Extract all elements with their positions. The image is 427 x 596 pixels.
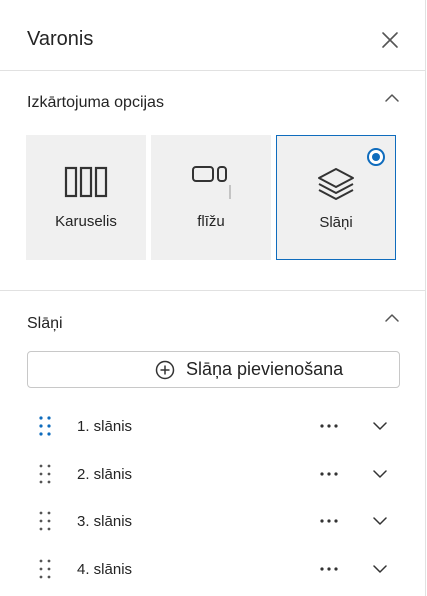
layer-label: 2. slānis bbox=[77, 466, 133, 483]
layer-row-1[interactable]: 1. slānis bbox=[0, 409, 425, 449]
chevron-up-icon bbox=[385, 94, 399, 102]
layout-option-label: flīžu bbox=[197, 213, 225, 230]
drag-handle-icon[interactable] bbox=[38, 558, 52, 580]
layout-options-heading: Izkārtojuma opcijas bbox=[27, 94, 164, 111]
carousel-icon bbox=[26, 165, 146, 201]
drag-handle-icon[interactable] bbox=[38, 463, 52, 485]
more-options-icon[interactable] bbox=[318, 558, 340, 580]
layout-option-layers[interactable]: Slāņi bbox=[276, 135, 396, 260]
layout-options-collapse-button[interactable] bbox=[382, 88, 402, 108]
more-options-icon[interactable] bbox=[318, 463, 340, 485]
layer-label: 4. slānis bbox=[77, 561, 133, 578]
panel-header: Varonis bbox=[0, 0, 425, 71]
chevron-down-icon[interactable] bbox=[370, 511, 390, 531]
layers-heading: Slāņi bbox=[27, 315, 63, 332]
add-layer-label: Slāņa pievienošana bbox=[186, 359, 344, 379]
layer-row-2[interactable]: 2. slānis bbox=[0, 457, 425, 497]
layout-option-label: Karuselis bbox=[55, 213, 117, 230]
panel-title: Varonis bbox=[27, 28, 94, 50]
layers-icon bbox=[277, 166, 395, 202]
close-icon bbox=[382, 32, 398, 48]
add-circle-icon bbox=[155, 360, 175, 380]
selected-radio bbox=[367, 148, 385, 166]
more-options-icon[interactable] bbox=[318, 510, 340, 532]
drag-handle-icon[interactable] bbox=[38, 510, 52, 532]
layer-row-3[interactable]: 3. slānis bbox=[0, 504, 425, 544]
close-button[interactable] bbox=[378, 28, 402, 52]
layer-label: 3. slānis bbox=[77, 513, 133, 530]
layout-option-carousel[interactable]: Karuselis bbox=[26, 135, 146, 260]
layers-collapse-button[interactable] bbox=[382, 308, 402, 328]
layer-label: 1. slānis bbox=[77, 418, 133, 435]
chevron-down-icon[interactable] bbox=[370, 416, 390, 436]
chevron-down-icon[interactable] bbox=[370, 559, 390, 579]
drag-handle-icon[interactable] bbox=[38, 415, 52, 437]
tiles-icon bbox=[151, 165, 271, 201]
chevron-down-icon[interactable] bbox=[370, 464, 390, 484]
more-options-icon[interactable] bbox=[318, 415, 340, 437]
chevron-up-icon bbox=[385, 314, 399, 322]
add-layer-button[interactable]: Slāņa pievienošana bbox=[27, 351, 400, 388]
layout-option-tiles[interactable]: flīžu bbox=[151, 135, 271, 260]
properties-panel: Varonis Izkārtojuma opcijas Karuselis fl… bbox=[0, 0, 426, 596]
layer-row-4[interactable]: 4. slānis bbox=[0, 552, 425, 592]
layout-option-label: Slāņi bbox=[319, 214, 353, 231]
